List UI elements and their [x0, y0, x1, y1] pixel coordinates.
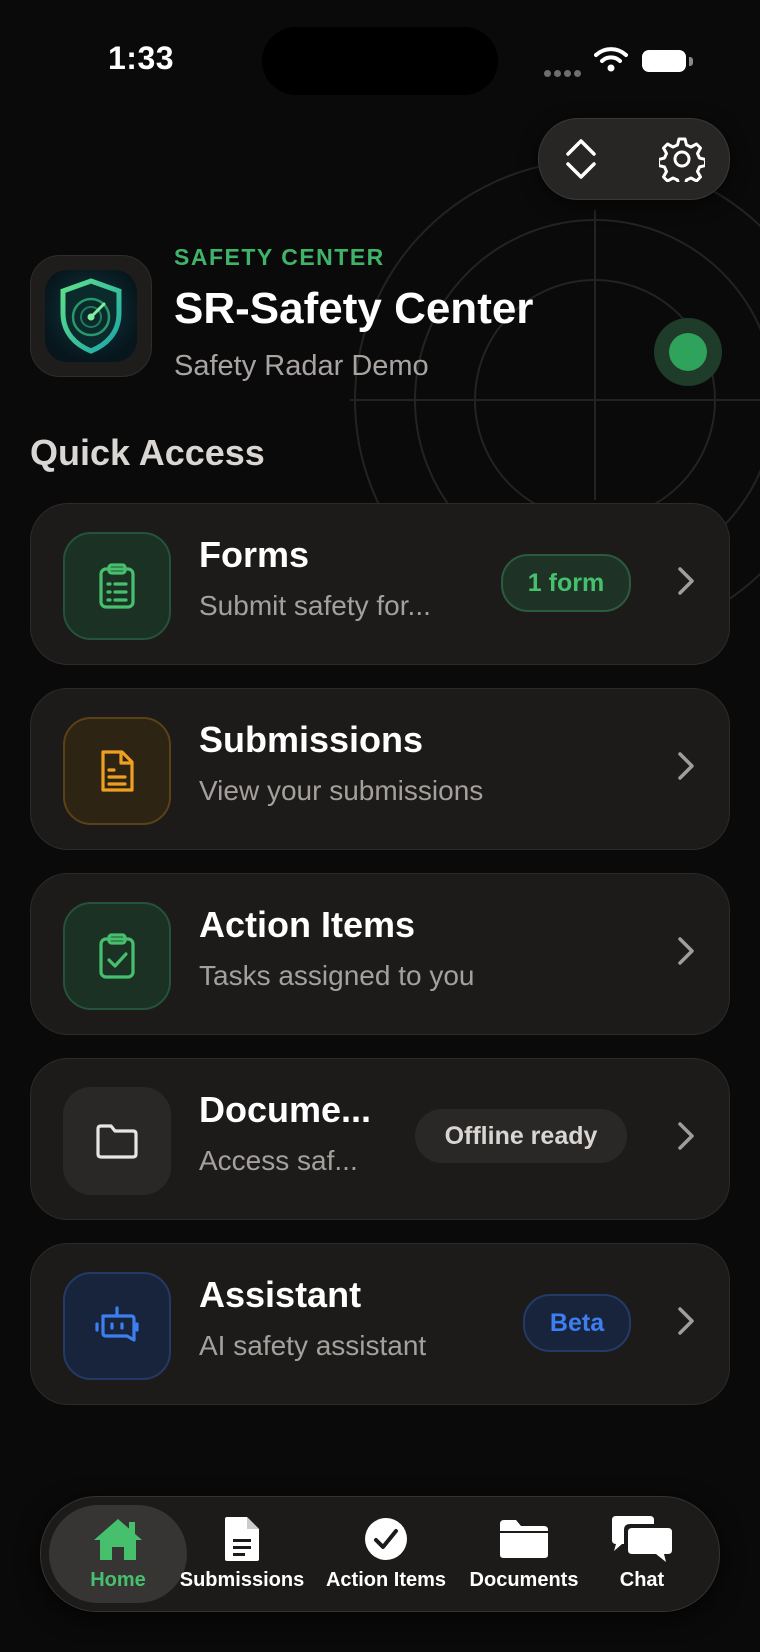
submissions-tile: [63, 717, 171, 825]
status-time: 1:33: [108, 40, 175, 76]
checkmark-circle-icon: [365, 1518, 407, 1560]
battery-icon: [642, 50, 686, 72]
quick-access-card-assistant[interactable]: Assistant AI safety assistant Beta: [30, 1243, 730, 1405]
cellular-signal-icon: [544, 64, 584, 82]
quick-access-card-action-items[interactable]: Action Items Tasks assigned to you: [30, 873, 730, 1035]
online-status-dot: [669, 333, 707, 371]
beta-badge: Beta: [523, 1294, 631, 1352]
folder-icon: [500, 1520, 548, 1558]
card-subtitle: Access saf...: [199, 1145, 358, 1176]
clipboard-list-icon: [99, 563, 135, 609]
clipboard-check-icon: [99, 933, 135, 979]
card-subtitle: Tasks assigned to you: [199, 960, 475, 991]
wifi-icon: [594, 46, 628, 77]
action-items-tile: [63, 902, 171, 1010]
forms-count-badge: 1 form: [501, 554, 631, 612]
chat-bubbles-icon: [612, 1516, 672, 1562]
tab-label: Chat: [619, 1569, 665, 1591]
tab-label: Submissions: [179, 1569, 305, 1591]
card-title: Submissions: [199, 719, 424, 760]
tab-label: Documents: [469, 1569, 579, 1591]
chevron-right-icon: [678, 1122, 694, 1150]
offline-ready-badge: Offline ready: [415, 1109, 627, 1163]
documents-tile: [63, 1087, 171, 1195]
assistant-tile: [63, 1272, 171, 1380]
tab-documents[interactable]: Documents: [459, 1511, 589, 1601]
chevron-right-icon: [678, 567, 694, 595]
quick-access-card-documents[interactable]: Docume... Access saf... Offline ready: [30, 1058, 730, 1220]
card-title: Forms: [199, 534, 310, 575]
tab-label: Home: [90, 1569, 146, 1591]
chevron-up-down-icon: [566, 139, 596, 179]
app-logo: [30, 255, 152, 377]
tab-label: Action Items: [325, 1569, 447, 1591]
card-title: Assistant: [199, 1274, 362, 1315]
page-title: SR-Safety Center: [174, 284, 534, 333]
page-subtitle: Safety Radar Demo: [174, 350, 429, 382]
tab-bar: Home Submissions Action Items Documents …: [40, 1496, 720, 1612]
shield-radar-icon: [60, 278, 122, 354]
tab-action-items[interactable]: Action Items: [321, 1511, 451, 1601]
chevron-right-icon: [678, 752, 694, 780]
dynamic-island: [262, 27, 498, 95]
document-icon: [225, 1517, 259, 1561]
card-title: Action Items: [199, 904, 416, 945]
forms-tile: [63, 532, 171, 640]
header-eyebrow: SAFETY CENTER: [174, 244, 385, 270]
tab-submissions[interactable]: Submissions: [177, 1511, 307, 1601]
chevron-right-icon: [678, 1307, 694, 1335]
tab-chat[interactable]: Chat: [577, 1511, 707, 1601]
folder-icon: [96, 1124, 138, 1159]
card-subtitle: View your submissions: [199, 775, 484, 806]
house-icon: [94, 1519, 142, 1560]
card-title: Docume...: [199, 1089, 372, 1130]
tab-home[interactable]: Home: [53, 1511, 183, 1601]
reorder-button[interactable]: [541, 119, 621, 199]
section-title: Quick Access: [30, 432, 265, 473]
quick-access-card-submissions[interactable]: Submissions View your submissions: [30, 688, 730, 850]
gear-icon: [659, 137, 705, 182]
quick-access-card-forms[interactable]: Forms Submit safety for... 1 form: [30, 503, 730, 665]
card-subtitle: Submit safety for...: [199, 590, 431, 621]
card-subtitle: AI safety assistant: [199, 1330, 427, 1361]
robot-icon: [95, 1306, 139, 1342]
settings-button[interactable]: [642, 119, 722, 199]
chevron-right-icon: [678, 937, 694, 965]
document-icon: [101, 750, 134, 792]
top-controls: [538, 118, 730, 200]
